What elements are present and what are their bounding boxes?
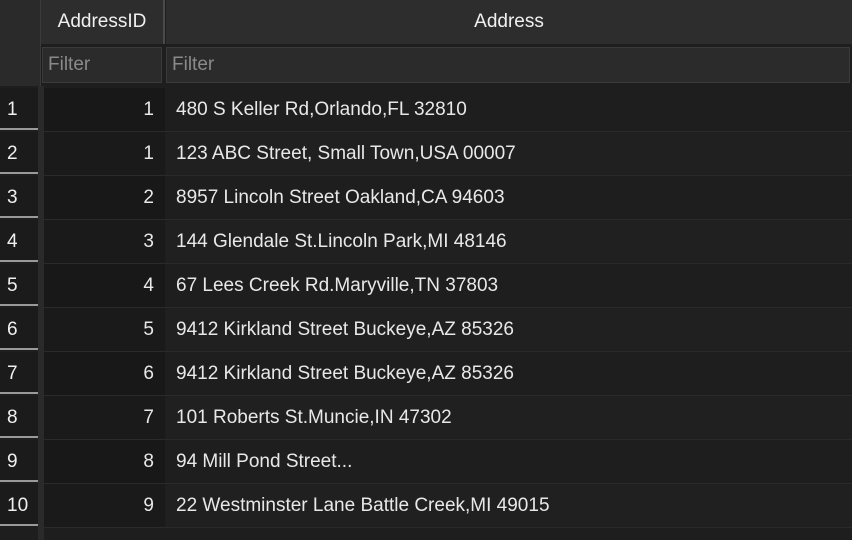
- table-row[interactable]: 8 7 101 Roberts St.Muncie,IN 47302: [0, 396, 852, 440]
- table-row[interactable]: 1 1 480 S Keller Rd,Orlando,FL 32810: [0, 88, 852, 132]
- addressid-cell[interactable]: 7: [44, 396, 165, 440]
- table-row[interactable]: 9 8 94 Mill Pond Street...: [0, 440, 852, 484]
- row-divider: [44, 527, 852, 528]
- row-number[interactable]: 4: [0, 220, 38, 262]
- table-row[interactable]: 5 4 67 Lees Creek Rd.Maryville,TN 37803: [0, 264, 852, 308]
- grid-corner[interactable]: [0, 0, 40, 86]
- addressid-cell[interactable]: 6: [44, 352, 165, 396]
- address-cell[interactable]: 123 ABC Street, Small Town,USA 00007: [166, 132, 852, 176]
- addressid-cell[interactable]: 2: [44, 176, 165, 220]
- row-number[interactable]: 7: [0, 352, 38, 394]
- table-body: 1 1 480 S Keller Rd,Orlando,FL 32810 2 1…: [0, 88, 852, 528]
- row-number[interactable]: 6: [0, 308, 38, 350]
- address-cell[interactable]: 67 Lees Creek Rd.Maryville,TN 37803: [166, 264, 852, 308]
- address-cell[interactable]: 8957 Lincoln Street Oakland,CA 94603: [166, 176, 852, 220]
- row-number[interactable]: 8: [0, 396, 38, 438]
- addressid-cell[interactable]: 9: [44, 484, 165, 528]
- table-row[interactable]: 4 3 144 Glendale St.Lincoln Park,MI 4814…: [0, 220, 852, 264]
- addressid-cell[interactable]: 1: [44, 88, 165, 132]
- table-row[interactable]: 7 6 9412 Kirkland Street Buckeye,AZ 8532…: [0, 352, 852, 396]
- row-number[interactable]: 10: [0, 484, 38, 526]
- table-row[interactable]: 6 5 9412 Kirkland Street Buckeye,AZ 8532…: [0, 308, 852, 352]
- row-number[interactable]: 1: [0, 88, 38, 130]
- row-number[interactable]: 5: [0, 264, 38, 306]
- column-header-addressid[interactable]: AddressID: [41, 0, 165, 44]
- address-cell[interactable]: 480 S Keller Rd,Orlando,FL 32810: [166, 88, 852, 132]
- addressid-filter-input[interactable]: [42, 47, 162, 83]
- column-header-address-label: Address: [474, 11, 544, 32]
- addressid-cell[interactable]: 4: [44, 264, 165, 308]
- address-cell[interactable]: 94 Mill Pond Street...: [166, 440, 852, 484]
- addressid-cell[interactable]: 3: [44, 220, 165, 264]
- column-header-addressid-label: AddressID: [57, 11, 147, 32]
- column-header-address[interactable]: Address: [166, 0, 852, 44]
- table-row[interactable]: 10 9 22 Westminster Lane Battle Creek,MI…: [0, 484, 852, 528]
- data-grid: AddressID Address 1 1 480 S Keller Rd,Or…: [0, 0, 852, 540]
- row-number[interactable]: 2: [0, 132, 38, 174]
- address-filter-input[interactable]: [166, 47, 850, 83]
- row-number[interactable]: 3: [0, 176, 38, 218]
- addressid-cell[interactable]: 8: [44, 440, 165, 484]
- address-cell[interactable]: 9412 Kirkland Street Buckeye,AZ 85326: [166, 308, 852, 352]
- address-cell[interactable]: 144 Glendale St.Lincoln Park,MI 48146: [166, 220, 852, 264]
- table-row[interactable]: 3 2 8957 Lincoln Street Oakland,CA 94603: [0, 176, 852, 220]
- addressid-cell[interactable]: 5: [44, 308, 165, 352]
- address-cell[interactable]: 101 Roberts St.Muncie,IN 47302: [166, 396, 852, 440]
- table-row[interactable]: 2 1 123 ABC Street, Small Town,USA 00007: [0, 132, 852, 176]
- address-cell[interactable]: 9412 Kirkland Street Buckeye,AZ 85326: [166, 352, 852, 396]
- row-number[interactable]: 9: [0, 440, 38, 482]
- addressid-cell[interactable]: 1: [44, 132, 165, 176]
- address-cell[interactable]: 22 Westminster Lane Battle Creek,MI 4901…: [166, 484, 852, 528]
